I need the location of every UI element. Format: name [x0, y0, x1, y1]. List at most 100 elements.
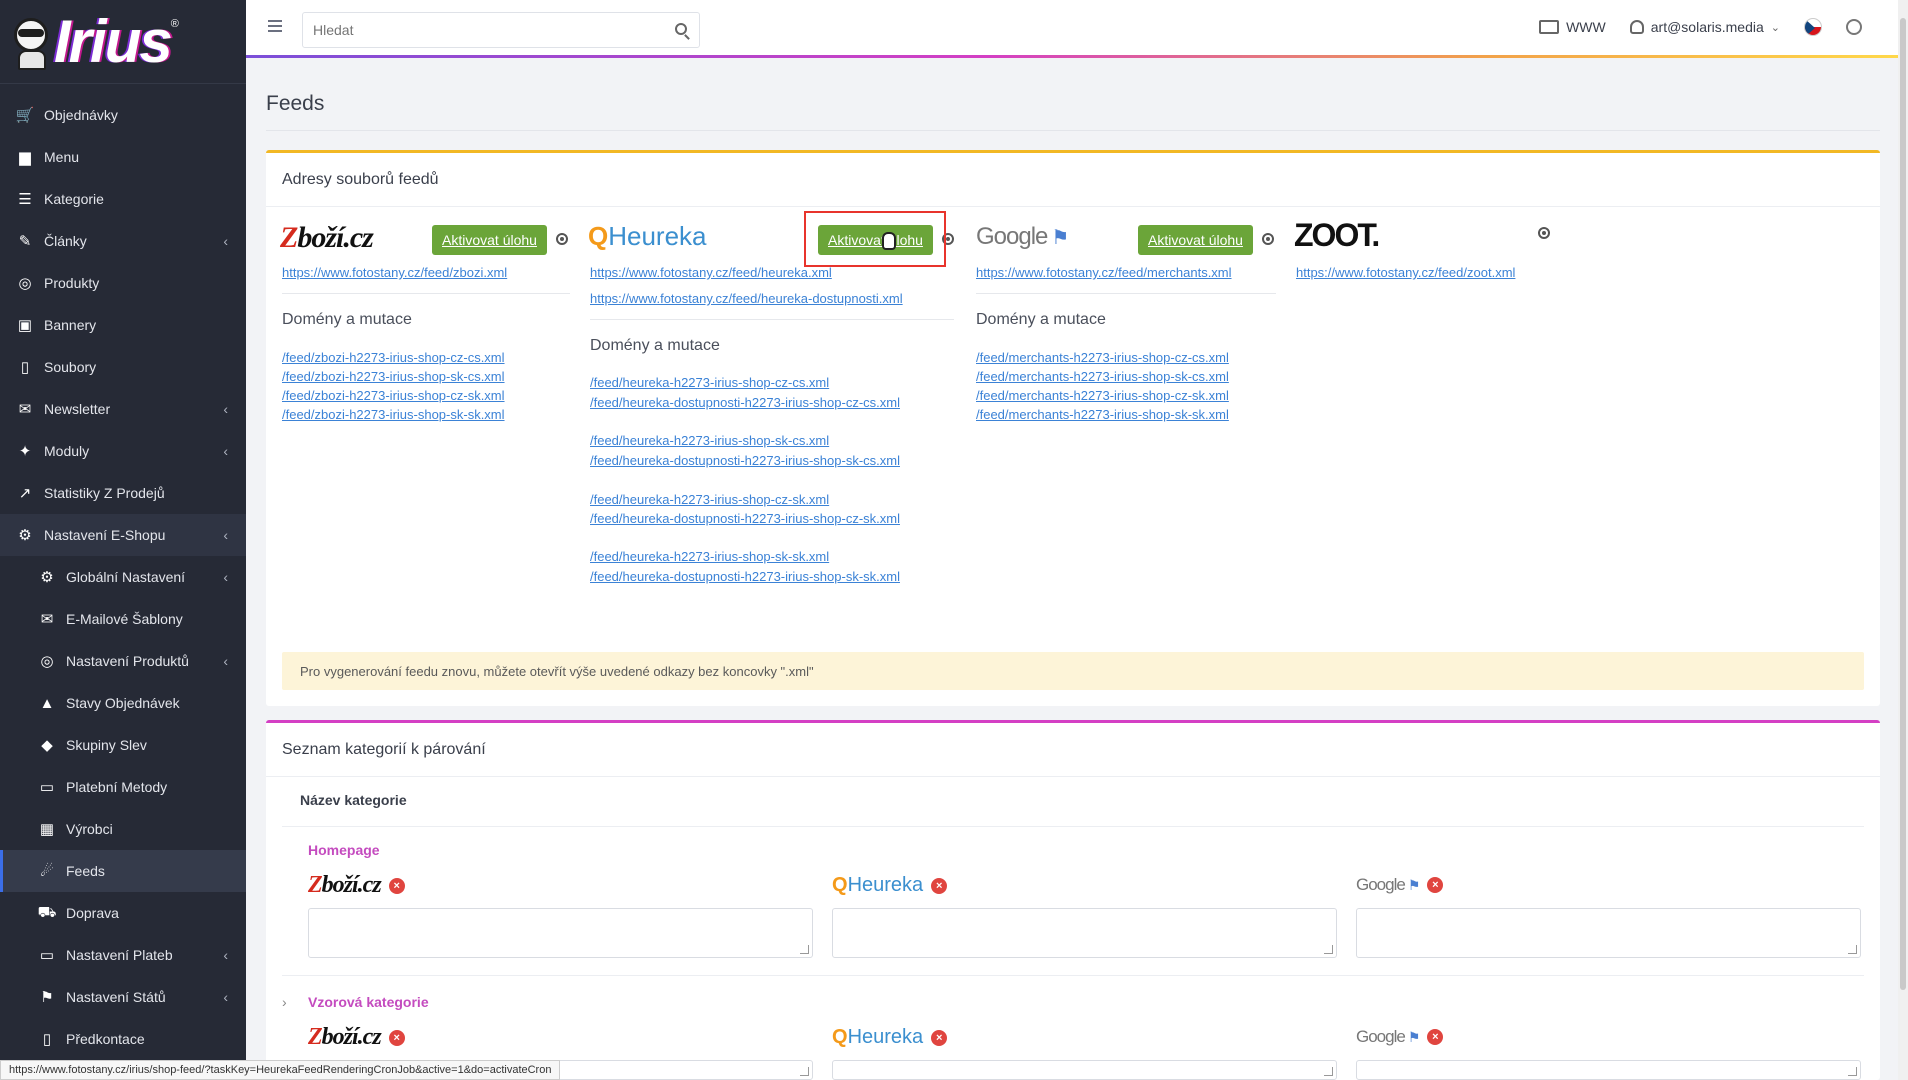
- regenerate-notice: Pro vygenerování feedu znovu, můžete ote…: [282, 652, 1864, 690]
- registered-mark: ®: [170, 18, 179, 30]
- chevron-left-icon: ‹: [223, 443, 228, 459]
- sidebar-item[interactable]: ✎ Články ‹: [0, 220, 246, 262]
- sidebar-item[interactable]: 🛒 Objednávky: [0, 94, 246, 136]
- zoot-logo: ZOOT.: [1294, 217, 1380, 253]
- sidebar-item[interactable]: ◆ Skupiny Slev: [0, 724, 246, 766]
- remove-icon[interactable]: ×: [388, 1029, 405, 1046]
- sidebar-item[interactable]: ▣ Bannery: [0, 304, 246, 346]
- search-input[interactable]: [313, 22, 653, 38]
- sidebar-item[interactable]: ▲ Stavy Objednávek: [0, 682, 246, 724]
- sidebar-item-label: Moduly: [44, 443, 90, 459]
- heureka-domain-link[interactable]: /feed/heureka-h2273-irius-shop-sk-cs.xml: [590, 433, 829, 448]
- sidebar-item[interactable]: ▯ Předkontace: [0, 1018, 246, 1060]
- sidebar-item-label: Nastavení Států: [66, 989, 166, 1005]
- category-sample-label[interactable]: Vzorová kategorie: [308, 994, 429, 1010]
- sidebar-item[interactable]: ☰ Kategorie: [0, 178, 246, 220]
- heureka-domain-link[interactable]: /feed/heureka-dostupnosti-h2273-irius-sh…: [590, 395, 900, 410]
- sidebar-item[interactable]: ▦ Výrobci: [0, 808, 246, 850]
- zoot-settings-gear-icon[interactable]: [1538, 227, 1550, 239]
- sidebar-item-label: Kategorie: [44, 191, 104, 207]
- heureka-domain-link[interactable]: /feed/heureka-dostupnosti-h2273-irius-sh…: [590, 569, 900, 584]
- chevron-right-icon[interactable]: ›: [282, 994, 287, 1010]
- zoot-feed-link[interactable]: https://www.fotostany.cz/feed/zoot.xml: [1296, 265, 1515, 280]
- sidebar-item[interactable]: ▭ Platební Metody: [0, 766, 246, 808]
- sidebar-item[interactable]: ↗ Statistiky Z Prodejů: [0, 472, 246, 514]
- google-domain-link[interactable]: /feed/merchants-h2273-irius-shop-sk-sk.x…: [976, 407, 1229, 422]
- zbozi-domain-link[interactable]: /feed/zbozi-h2273-irius-shop-cz-sk.xml: [282, 388, 505, 403]
- sidebar-item[interactable]: ▭ Nastavení Plateb ‹: [0, 934, 246, 976]
- google-category-textarea[interactable]: [1356, 908, 1861, 958]
- sidebar-item[interactable]: ⛟ Doprava: [0, 892, 246, 934]
- heureka-domain-link[interactable]: /feed/heureka-h2273-irius-shop-sk-sk.xml: [590, 549, 829, 564]
- google-domain-link[interactable]: /feed/merchants-h2273-irius-shop-sk-cs.x…: [976, 369, 1229, 384]
- zbozi-domain-link[interactable]: /feed/zbozi-h2273-irius-shop-sk-cs.xml: [282, 369, 505, 384]
- sidebar-item[interactable]: ⚑ Nastavení Států ‹: [0, 976, 246, 1018]
- sidebar-item[interactable]: ⚙ Globální Nastavení ‹: [0, 556, 246, 598]
- heureka-domain-link[interactable]: /feed/heureka-dostupnosti-h2273-irius-sh…: [590, 453, 900, 468]
- zbozi-settings-gear-icon[interactable]: [556, 233, 568, 245]
- remove-icon[interactable]: ×: [931, 1029, 948, 1046]
- sidebar-item-label: Stavy Objednávek: [66, 695, 180, 711]
- remove-icon[interactable]: ×: [931, 877, 948, 894]
- search-icon[interactable]: [675, 23, 687, 35]
- google-tag-icon: ⚑: [1051, 227, 1069, 249]
- www-link[interactable]: WWW: [1539, 19, 1606, 35]
- heureka-domain-link[interactable]: /feed/heureka-dostupnosti-h2273-irius-sh…: [590, 511, 900, 526]
- zbozi-activate-button[interactable]: Aktivovat úlohu: [432, 225, 547, 255]
- google-logo: Google ⚑: [1356, 1027, 1421, 1046]
- card-icon: ▭: [39, 779, 55, 796]
- user-menu[interactable]: art@solaris.media ⌄: [1629, 19, 1780, 35]
- remove-icon[interactable]: ×: [1427, 1029, 1444, 1045]
- power-icon[interactable]: [1846, 19, 1862, 35]
- google-settings-gear-icon[interactable]: [1262, 233, 1274, 245]
- sidebar-item-label: Menu: [44, 149, 80, 165]
- sidebar: Irius ® 🛒 Objednávky ▆ Menu ☰ Kategorie ✎ Článk…: [0, 0, 246, 1080]
- zbozi-feed-link[interactable]: https://www.fotostany.cz/feed/zbozi.xml: [282, 265, 507, 280]
- zbozi-domain-link[interactable]: /feed/zbozi-h2273-irius-shop-sk-sk.xml: [282, 407, 505, 422]
- google-tag-icon: ⚑: [1407, 1029, 1421, 1045]
- google-domain-link[interactable]: /feed/merchants-h2273-irius-shop-cz-sk.x…: [976, 388, 1229, 403]
- google-activate-button[interactable]: Aktivovat úlohu: [1138, 225, 1253, 255]
- sidebar-item[interactable]: ✉ E-Mailové Šablony: [0, 598, 246, 640]
- status-bar-url: https://www.fotostany.cz/irius/shop-feed…: [0, 1060, 561, 1080]
- scrollbar-thumb[interactable]: [1900, 18, 1906, 990]
- page-scrollbar[interactable]: [1898, 0, 1908, 1080]
- zbozi-logo: Zboží.cz: [308, 1024, 382, 1050]
- google-feed-link[interactable]: https://www.fotostany.cz/feed/merchants.…: [976, 265, 1232, 280]
- sidebar-item[interactable]: ⚙ Nastavení E-Shopu ‹: [0, 514, 246, 556]
- sidebar-item[interactable]: ✉ Newsletter ‹: [0, 388, 246, 430]
- google-logo: Google ⚑: [976, 223, 1069, 250]
- heureka-feed-link[interactable]: https://www.fotostany.cz/feed/heureka.xm…: [590, 265, 832, 280]
- tag-icon: ◆: [41, 737, 53, 754]
- heureka-logo: QHeureka: [588, 221, 707, 251]
- sidebar-item[interactable]: ◎ Produkty: [0, 262, 246, 304]
- sidebar-item[interactable]: ◎ Nastavení Produktů ‹: [0, 640, 246, 682]
- category-homepage-label: Homepage: [308, 842, 380, 858]
- sidebar-item-label: Globální Nastavení: [66, 569, 186, 585]
- heureka-category-textarea[interactable]: [832, 1060, 1337, 1080]
- remove-icon[interactable]: ×: [388, 877, 405, 894]
- zbozi-domain-link[interactable]: /feed/zbozi-h2273-irius-shop-cz-cs.xml: [282, 350, 505, 365]
- remove-icon[interactable]: ×: [1427, 877, 1444, 893]
- hamburger-menu-icon[interactable]: [268, 20, 282, 32]
- sidebar-item-label: Nastavení Produktů: [66, 653, 189, 669]
- sidebar-item[interactable]: ▆ Menu: [0, 136, 246, 178]
- heureka-domain-link[interactable]: /feed/heureka-h2273-irius-shop-cz-cs.xml: [590, 375, 829, 390]
- google-category-textarea[interactable]: [1356, 1060, 1861, 1080]
- building-icon: ▦: [39, 821, 55, 838]
- folder-icon: ▆: [19, 149, 31, 166]
- heureka-domain-link[interactable]: /feed/heureka-h2273-irius-shop-cz-sk.xml: [590, 492, 829, 507]
- language-flag-icon[interactable]: [1804, 18, 1822, 36]
- sidebar-item[interactable]: ▯ Soubory: [0, 346, 246, 388]
- sidebar-item[interactable]: ✦ Moduly ‹: [0, 430, 246, 472]
- heureka-availability-link[interactable]: https://www.fotostany.cz/feed/heureka-do…: [590, 291, 903, 306]
- sidebar-item-label: Platební Metody: [66, 779, 168, 795]
- basketball-icon: ◎: [18, 275, 32, 292]
- divider: [976, 293, 1276, 294]
- google-domain-link[interactable]: /feed/merchants-h2273-irius-shop-cz-cs.x…: [976, 350, 1229, 365]
- heureka-category-textarea[interactable]: [832, 908, 1337, 958]
- brand-logo[interactable]: Irius ®: [0, 0, 246, 84]
- sidebar-item[interactable]: ☄ Feeds: [0, 850, 246, 892]
- zbozi-category-textarea[interactable]: [308, 908, 813, 958]
- heureka-mapping-header: QHeureka ×: [832, 1026, 948, 1049]
